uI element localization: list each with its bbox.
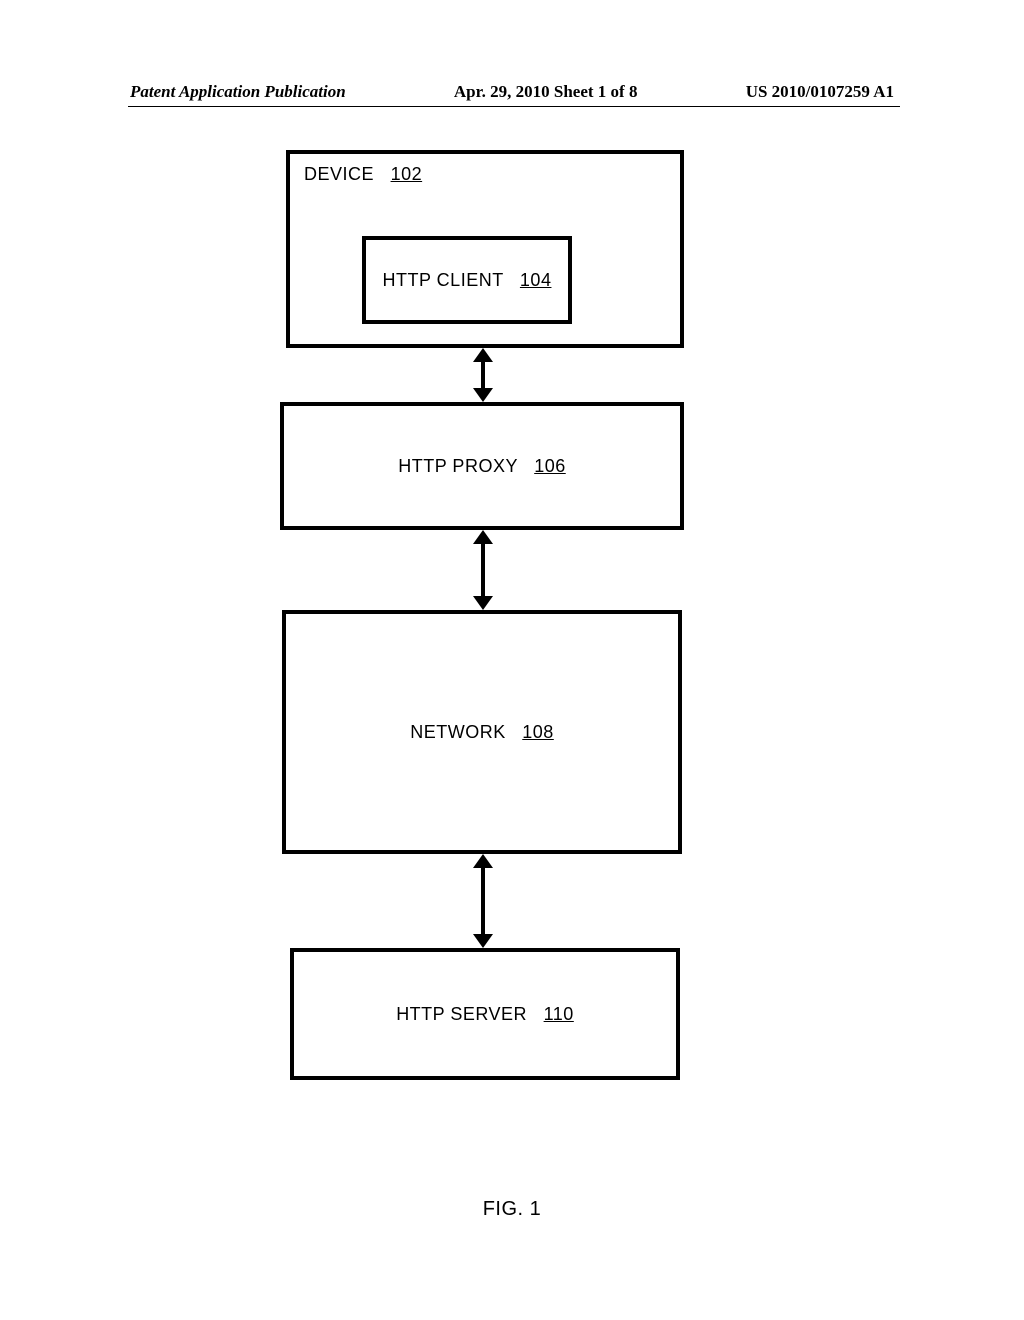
http-proxy-refnum: 106 [534,456,566,476]
device-refnum: 102 [391,164,423,184]
figure-caption: FIG. 1 [0,1198,1024,1221]
http-client-refnum: 104 [520,270,552,290]
http-proxy-label: HTTP PROXY 106 [398,456,565,477]
network-box: NETWORK 108 [282,610,682,854]
http-server-label: HTTP SERVER 110 [396,1004,574,1025]
http-client-text: HTTP CLIENT [383,270,504,290]
network-refnum: 108 [522,722,554,742]
http-server-box: HTTP SERVER 110 [290,948,680,1080]
http-client-label: HTTP CLIENT 104 [383,270,552,291]
http-server-refnum: 110 [544,1004,574,1024]
http-proxy-text: HTTP PROXY [398,456,517,476]
page-header: Patent Application Publication Apr. 29, … [0,82,1024,102]
network-text: NETWORK [410,722,506,742]
http-client-box: HTTP CLIENT 104 [362,236,572,324]
header-center: Apr. 29, 2010 Sheet 1 of 8 [454,82,638,102]
device-label: DEVICE 102 [304,164,422,185]
arrow-device-proxy [481,360,485,390]
arrow-network-server [481,866,485,936]
arrow-proxy-network [481,542,485,598]
header-left: Patent Application Publication [130,82,346,102]
device-box: DEVICE 102 HTTP CLIENT 104 [286,150,684,348]
device-text: DEVICE [304,164,374,184]
header-right: US 2010/0107259 A1 [746,82,894,102]
network-label: NETWORK 108 [410,722,554,743]
header-rule [128,106,900,107]
http-proxy-box: HTTP PROXY 106 [280,402,684,530]
http-server-text: HTTP SERVER [396,1004,527,1024]
